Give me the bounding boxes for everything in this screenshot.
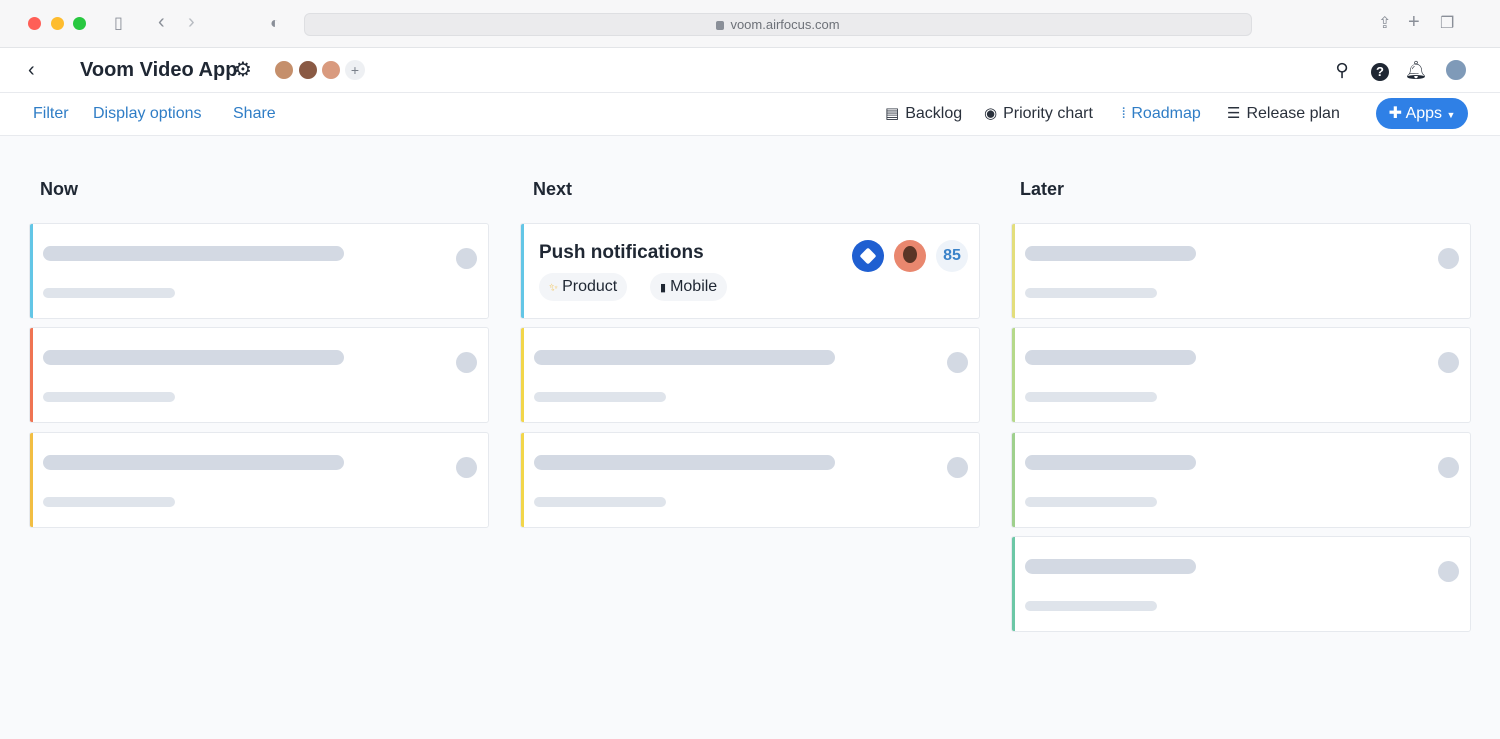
card-accent [521,433,524,527]
skeleton-subtitle [1025,392,1157,402]
card-accent [1012,328,1015,422]
skeleton-avatar [947,352,968,373]
gear-icon[interactable]: ⚙ [234,58,252,82]
skeleton-title [43,455,344,470]
sparkle-icon: ✨︎ [549,282,559,294]
page-title: Voom Video App [80,59,238,81]
tab-priority-chart[interactable]: ◉ Priority chart [984,104,1093,124]
browser-back-icon[interactable]: ‹ [158,12,165,32]
share-button[interactable]: Share [233,105,276,123]
avatar[interactable] [273,59,295,81]
browser-forward-icon[interactable]: › [188,12,195,32]
skeleton-avatar [947,457,968,478]
tab-backlog[interactable]: ▤ Backlog [885,104,962,124]
roadmap-card[interactable] [1011,432,1471,528]
skeleton-avatar [456,248,477,269]
card-accent [1012,224,1015,318]
caret-down-icon: ▼ [1446,110,1456,120]
skeleton-avatar [1438,352,1459,373]
sidebar-toggle-icon[interactable]: ▯ [114,14,123,34]
card-accent [1012,433,1015,527]
target-icon: ◉ [984,105,998,122]
apps-button[interactable]: ✚ Apps ▼ [1376,98,1468,129]
card-accent [521,328,524,422]
card-accent [30,224,33,318]
avatar[interactable] [297,59,319,81]
priority-score-badge: 85 [936,240,968,272]
search-icon[interactable]: ⚲ [1330,58,1354,82]
phone-icon: ▮ [660,282,667,294]
browser-chrome: ▯ ‹ › ◐ voom.airfocus.com ⇪ + ❐ [0,0,1500,48]
skeleton-avatar [456,457,477,478]
skeleton-title [1025,350,1196,365]
skeleton-title [1025,246,1196,261]
skeleton-subtitle [43,288,175,298]
tag-mobile[interactable]: ▮ Mobile [650,273,728,301]
skeleton-title [43,350,344,365]
skeleton-subtitle [534,497,666,507]
column-title-later: Later [1020,179,1065,199]
display-options-button[interactable]: Display options [93,105,202,123]
column-title-next: Next [533,179,573,199]
skeleton-avatar [1438,561,1459,582]
toolbar: Filter Display options Share ▤ Backlog ◉ P… [0,93,1500,136]
card-accent [30,328,33,422]
skeleton-avatar [456,352,477,373]
tag-product[interactable]: ✨︎ Product [539,273,628,301]
skeleton-subtitle [1025,288,1157,298]
address-bar[interactable]: voom.airfocus.com [304,13,1252,36]
skeleton-avatar [1438,457,1459,478]
assignee-avatar[interactable] [894,240,926,272]
card-accent [30,433,33,527]
close-window-button[interactable] [28,17,41,30]
share-page-icon[interactable]: ⇪ [1378,14,1391,34]
push-notifications-card[interactable]: Push notifications ✨︎ Product ▮ Mobile 85 [520,223,980,319]
release-plan-icon: ☰ [1227,105,1241,122]
shield-icon[interactable]: ◐ [270,14,280,34]
tab-roadmap[interactable]: ⦙ Roadmap [1122,104,1201,124]
roadmap-card[interactable] [1011,223,1471,319]
skeleton-title [534,455,835,470]
zoom-window-button[interactable] [73,17,86,30]
puzzle-icon: ✚ [1388,105,1402,122]
skeleton-subtitle [1025,497,1157,507]
tabs-overview-icon[interactable]: ❐ [1440,14,1454,34]
card-accent [1012,537,1015,631]
skeleton-subtitle [43,497,175,507]
roadmap-card[interactable] [29,223,489,319]
skeleton-title [43,246,344,261]
skeleton-subtitle [1025,601,1157,611]
roadmap-card[interactable] [520,327,980,423]
avatar[interactable] [320,59,342,81]
card-accent [521,224,524,318]
url-text: voom.airfocus.com [730,17,840,32]
roadmap-card[interactable] [520,432,980,528]
new-tab-icon[interactable]: + [1408,12,1420,32]
column-title-now: Now [40,179,78,199]
backlog-icon: ▤ [885,105,900,122]
filter-button[interactable]: Filter [33,105,69,123]
back-chevron-icon[interactable]: ‹ [28,59,35,81]
roadmap-icon: ⦙ [1122,105,1126,122]
bell-icon[interactable]: 🔔︎ [1404,58,1428,82]
roadmap-card[interactable] [1011,536,1471,632]
skeleton-title [1025,559,1196,574]
skeleton-subtitle [43,392,175,402]
skeleton-title [534,350,835,365]
card-title: Push notifications [539,242,704,263]
user-avatar[interactable] [1444,58,1468,82]
minimize-window-button[interactable] [51,17,64,30]
skeleton-subtitle [534,392,666,402]
help-icon[interactable]: ? [1368,58,1392,82]
jira-icon[interactable] [852,240,884,272]
skeleton-title [1025,455,1196,470]
roadmap-card[interactable] [29,432,489,528]
tab-release-plan[interactable]: ☰ Release plan [1227,104,1340,124]
roadmap-card[interactable] [29,327,489,423]
app-header: ‹ Voom Video App ⚙ + ⚲ ? 🔔︎ [0,48,1500,93]
roadmap-card[interactable] [1011,327,1471,423]
skeleton-avatar [1438,248,1459,269]
lock-icon [716,21,725,30]
add-member-button[interactable]: + [345,60,365,80]
